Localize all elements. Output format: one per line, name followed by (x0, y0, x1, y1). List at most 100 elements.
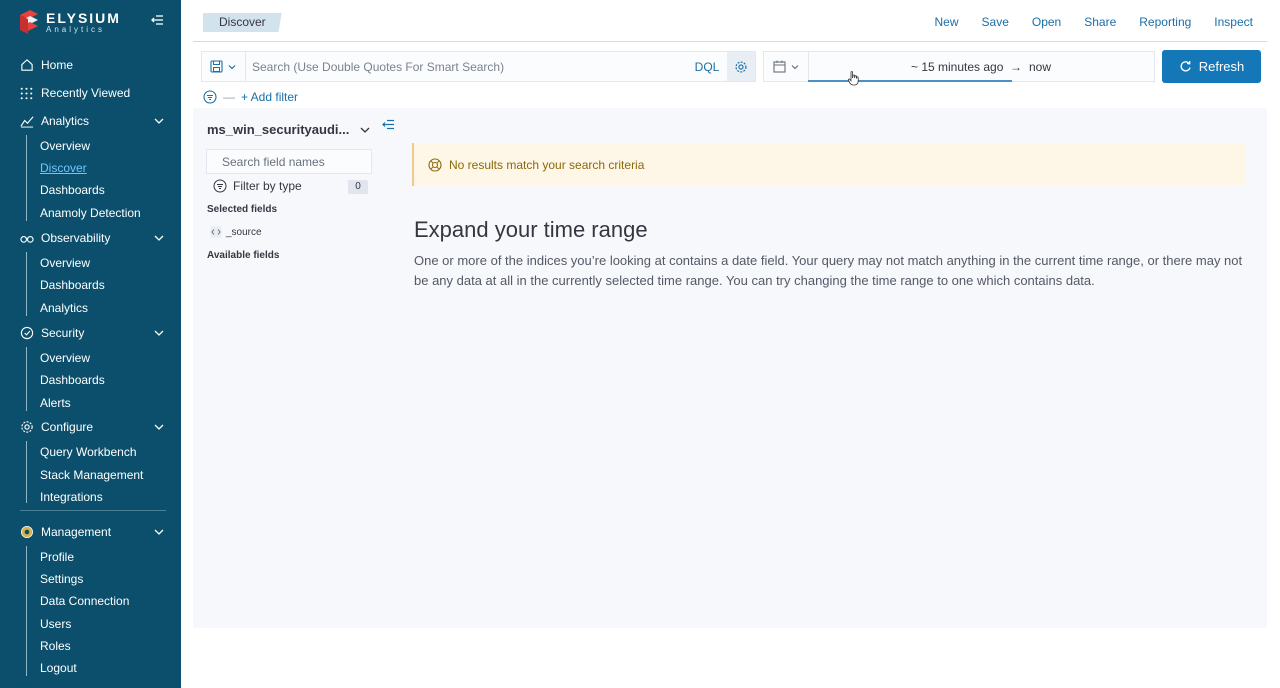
collapse-sidebar-icon[interactable] (149, 12, 165, 28)
nav-configure[interactable]: Configure (0, 416, 181, 438)
filter-icon[interactable] (203, 90, 217, 104)
nav-observability-dashboards[interactable]: Dashboards (40, 276, 105, 294)
chevron-down-icon (791, 64, 798, 69)
index-pattern-selector[interactable]: ms_win_securityaudi... (207, 122, 349, 137)
saved-query-button[interactable] (202, 52, 246, 81)
nav-analytics-anomaly-detection[interactable]: Anamoly Detection (40, 204, 141, 222)
grid-dots-icon (19, 86, 34, 101)
nav-management-logout[interactable]: Logout (40, 659, 77, 677)
empty-state-title: Expand your time range (414, 217, 648, 242)
nav-configure-stack-management[interactable]: Stack Management (40, 466, 143, 484)
tree-line (26, 347, 27, 411)
search-input[interactable] (246, 52, 687, 81)
save-button[interactable]: Save (982, 15, 1009, 29)
chevron-down-icon (154, 330, 164, 336)
tree-line (26, 441, 27, 503)
hand-cursor-icon (848, 71, 859, 86)
nav-analytics-dashboards[interactable]: Dashboards (40, 181, 105, 199)
nav-management-users[interactable]: Users (40, 615, 71, 633)
filter-icon (213, 179, 227, 193)
nav-management-label: Management (41, 525, 112, 539)
filter-count-badge: 0 (348, 180, 368, 194)
field-item[interactable]: _source (210, 226, 262, 238)
collapse-fields-icon[interactable] (380, 118, 395, 131)
tree-line (26, 135, 27, 221)
header-divider (193, 41, 1267, 42)
quick-menu-button[interactable] (764, 52, 809, 81)
chevron-down-icon (154, 424, 164, 430)
query-language-button[interactable]: DQL (687, 60, 727, 74)
home-icon (19, 58, 34, 73)
brand-name: ELYSIUM (46, 9, 121, 26)
no-results-text: No results match your search criteria (449, 157, 645, 172)
sidebar-divider (20, 510, 166, 511)
nav-observability-label: Observability (41, 231, 111, 245)
query-settings-button[interactable] (727, 52, 755, 81)
nav-analytics-discover[interactable]: Discover (40, 159, 87, 177)
nav-management-roles[interactable]: Roles (40, 637, 71, 655)
breadcrumb[interactable]: Discover (203, 13, 282, 32)
chevron-down-icon[interactable] (358, 123, 372, 137)
add-filter-button[interactable]: + Add filter (241, 90, 298, 104)
nav-security-label: Security (41, 326, 85, 340)
nav-observability-overview[interactable]: Overview (40, 254, 90, 272)
time-picker: ~ 15 minutes ago → now (763, 51, 1155, 82)
time-start[interactable]: ~ 15 minutes ago (911, 60, 1003, 74)
nav-analytics-label: Analytics (41, 114, 90, 128)
nav-home[interactable]: Home (0, 54, 181, 76)
nav-recently-viewed-label: Recently Viewed (41, 86, 131, 100)
nav-security-alerts[interactable]: Alerts (40, 394, 71, 412)
help-lifebuoy-icon (428, 157, 442, 172)
nav-home-label: Home (41, 58, 74, 72)
filter-separator: — (223, 90, 235, 104)
elysium-logo-icon (20, 10, 38, 34)
field-name: _source (226, 226, 262, 238)
chevron-down-icon (154, 235, 164, 241)
nav-management-settings[interactable]: Settings (40, 570, 83, 588)
nav-configure-integrations[interactable]: Integrations (40, 488, 103, 506)
nav-security-overview[interactable]: Overview (40, 349, 90, 367)
nav-observability-analytics[interactable]: Analytics (40, 299, 88, 317)
nav-management-profile[interactable]: Profile (40, 548, 74, 566)
inspect-button[interactable]: Inspect (1214, 15, 1253, 29)
chevron-down-icon (154, 529, 164, 535)
top-actions: New Save Open Share Reporting Inspect (912, 15, 1254, 29)
brand-logo[interactable]: ELYSIUM Analytics (18, 8, 121, 36)
chevron-down-icon (154, 118, 164, 124)
time-start-underline (808, 80, 1012, 82)
new-button[interactable]: New (935, 15, 959, 29)
chevron-down-icon (228, 64, 236, 69)
nav-configure-label: Configure (41, 420, 94, 434)
reporting-button[interactable]: Reporting (1139, 15, 1191, 29)
no-results-callout: No results match your search criteria (412, 143, 1246, 186)
nav-configure-query-workbench[interactable]: Query Workbench (40, 443, 137, 461)
nav-recently-viewed[interactable]: Recently Viewed (0, 82, 181, 104)
nav-analytics-overview[interactable]: Overview (40, 137, 90, 155)
code-icon (210, 226, 222, 238)
open-button[interactable]: Open (1032, 15, 1061, 29)
gear-icon (735, 60, 747, 73)
field-search (206, 149, 377, 174)
gear-icon (19, 420, 34, 435)
empty-state-body: One or more of the indices you’re lookin… (414, 253, 1243, 288)
filter-by-type-button[interactable]: Filter by type 0 (213, 179, 368, 194)
calendar-icon (772, 60, 786, 73)
nav-analytics[interactable]: Analytics (0, 110, 181, 132)
search-field-names-input[interactable] (214, 150, 377, 173)
selected-fields-heading: Selected fields (207, 204, 278, 215)
time-end[interactable]: now (1029, 60, 1051, 74)
nav-management[interactable]: Management (0, 521, 181, 543)
tree-line (26, 546, 27, 676)
management-globe-icon (19, 525, 34, 540)
share-button[interactable]: Share (1084, 15, 1116, 29)
refresh-button[interactable]: Refresh (1162, 50, 1261, 83)
binoculars-icon (19, 231, 34, 246)
nav-management-data-connection[interactable]: Data Connection (40, 592, 129, 610)
security-shield-icon (19, 326, 34, 341)
refresh-icon (1180, 61, 1191, 72)
query-bar: DQL (201, 51, 756, 82)
nav-observability[interactable]: Observability (0, 227, 181, 249)
refresh-label: Refresh (1198, 59, 1245, 74)
nav-security-dashboards[interactable]: Dashboards (40, 371, 105, 389)
nav-security[interactable]: Security (0, 322, 181, 344)
